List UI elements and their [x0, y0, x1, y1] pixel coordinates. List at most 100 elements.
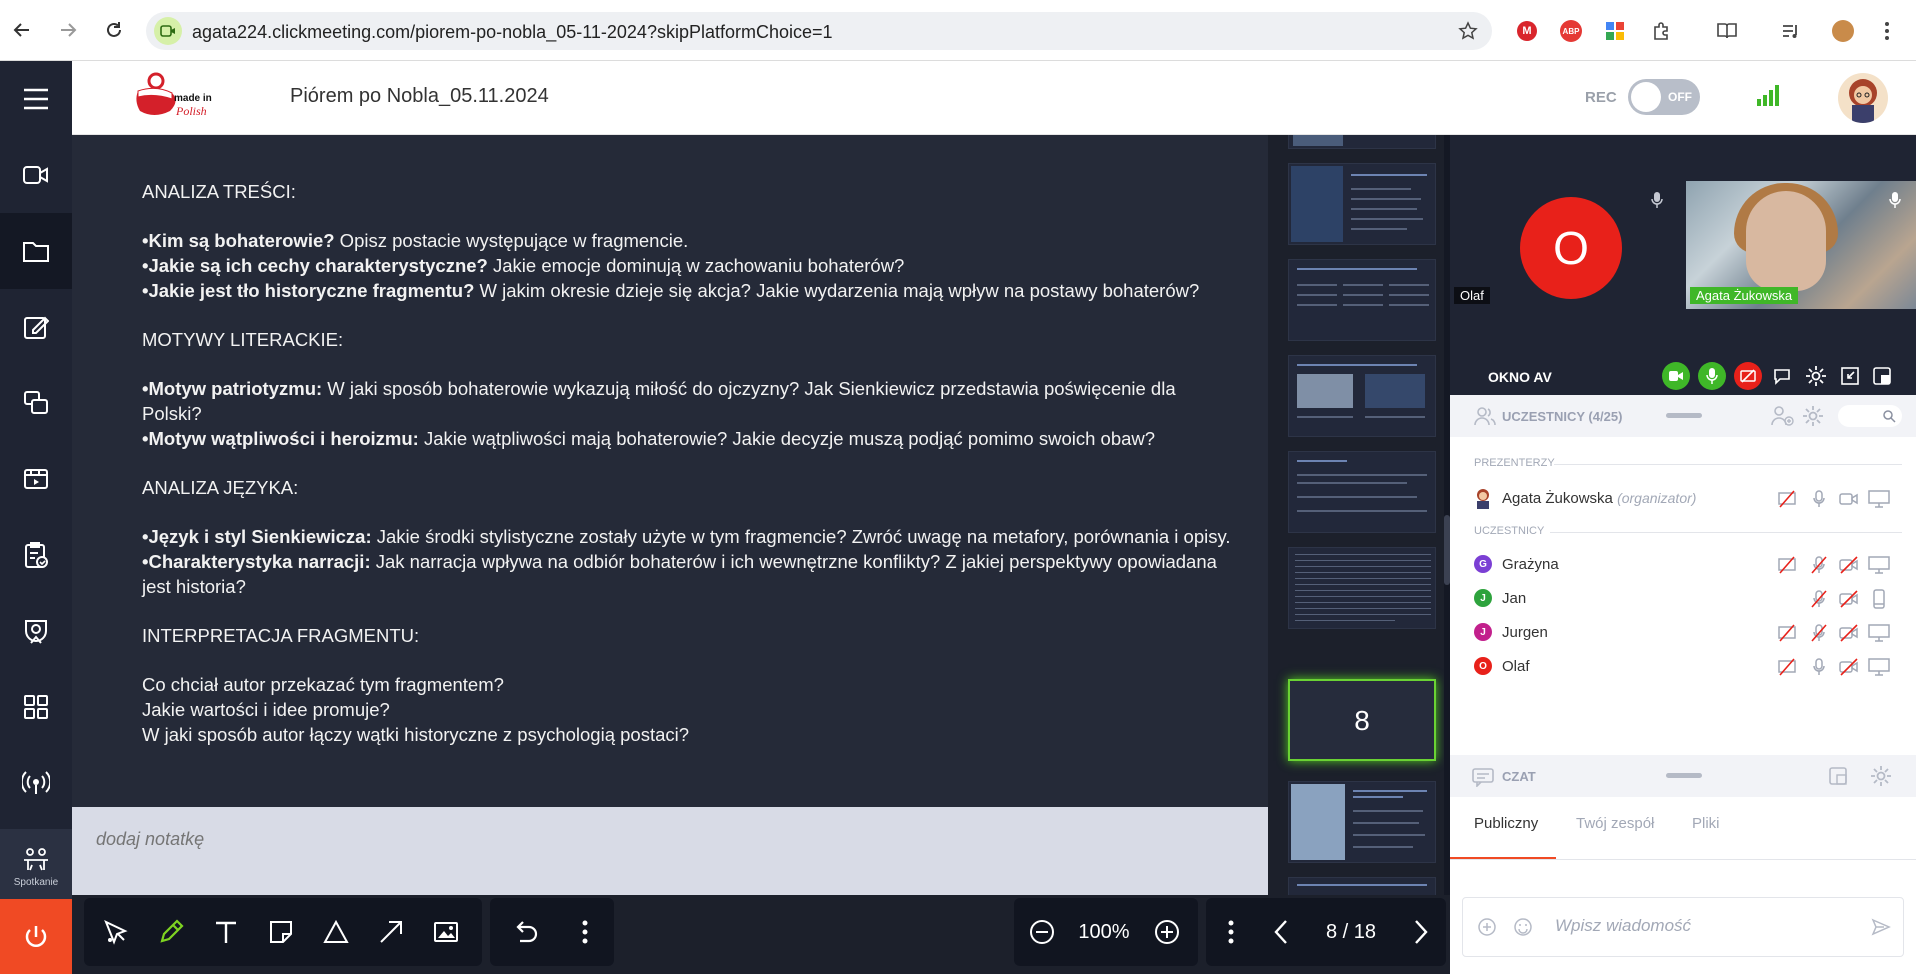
pointer-tool-button[interactable]	[88, 898, 143, 966]
add-attachment-icon[interactable]	[1477, 917, 1497, 937]
minimize-window-icon[interactable]	[1838, 364, 1862, 388]
slide-thumbnail-active[interactable]: 8	[1288, 679, 1436, 761]
sticky-note-tool-button[interactable]	[253, 898, 308, 966]
arrow-tool-button[interactable]	[363, 898, 418, 966]
zoom-in-button[interactable]	[1139, 898, 1194, 966]
reload-icon[interactable]	[98, 14, 130, 46]
media-control-icon[interactable]	[1778, 18, 1804, 44]
emoji-icon[interactable]	[1513, 917, 1533, 937]
chat-settings-icon[interactable]	[1870, 765, 1892, 787]
camera-disabled-icon[interactable]	[1838, 554, 1860, 576]
forward-icon[interactable]	[52, 14, 84, 46]
profile-avatar-icon[interactable]	[1830, 18, 1856, 44]
screen-share-disabled-icon[interactable]	[1776, 488, 1798, 510]
monitor-icon[interactable]	[1868, 656, 1890, 678]
sidebar-menu-button[interactable]	[0, 61, 72, 137]
microphone-muted-icon[interactable]	[1808, 588, 1830, 610]
slide-thumbnail[interactable]	[1288, 781, 1436, 863]
slide-thumbnail[interactable]	[1288, 451, 1436, 533]
sidebar-tests-button[interactable]	[0, 517, 72, 593]
sidebar-meeting-button[interactable]: Spotkanie	[0, 829, 72, 905]
participant-row[interactable]: O Olaf	[1450, 651, 1916, 681]
sidebar-breakout-button[interactable]	[0, 593, 72, 669]
slide-thumbnail[interactable]	[1288, 163, 1436, 245]
screen-share-disabled-icon[interactable]	[1776, 554, 1798, 576]
zoom-out-button[interactable]	[1014, 898, 1069, 966]
user-avatar[interactable]	[1838, 73, 1888, 123]
send-icon[interactable]	[1871, 917, 1891, 937]
monitor-icon[interactable]	[1868, 622, 1890, 644]
extension-gmail-icon[interactable]: M	[1514, 18, 1540, 44]
microphone-icon[interactable]	[1808, 488, 1830, 510]
participant-row[interactable]: J Jurgen	[1450, 617, 1916, 647]
bookmark-star-icon[interactable]	[1458, 21, 1478, 41]
settings-gear-icon[interactable]	[1804, 364, 1828, 388]
address-bar[interactable]: agata224.clickmeeting.com/piorem-po-nobl…	[146, 12, 1492, 50]
image-tool-button[interactable]	[418, 898, 473, 966]
more-options-icon[interactable]	[560, 898, 610, 966]
popout-window-icon[interactable]	[1870, 364, 1894, 388]
participant-row-presenter[interactable]: Agata Żukowska (organizator)	[1450, 483, 1916, 513]
chat-drag-handle[interactable]	[1666, 773, 1702, 778]
extension-grid-icon[interactable]	[1602, 18, 1628, 44]
next-slide-button[interactable]	[1396, 898, 1446, 966]
monitor-icon[interactable]	[1868, 488, 1890, 510]
extensions-puzzle-icon[interactable]	[1648, 18, 1674, 44]
participant-row[interactable]: G Grażyna	[1450, 549, 1916, 579]
recording-toggle[interactable]: OFF	[1628, 79, 1700, 115]
chat-bubble-icon[interactable]	[1770, 364, 1794, 388]
slide-thumbnail[interactable]	[1288, 259, 1436, 341]
text-tool-button[interactable]	[198, 898, 253, 966]
sidebar-apps-button[interactable]	[0, 669, 72, 745]
mobile-device-icon[interactable]	[1868, 588, 1890, 610]
connection-signal-icon[interactable]	[1756, 83, 1782, 107]
chat-popout-icon[interactable]	[1828, 766, 1848, 786]
back-icon[interactable]	[6, 14, 38, 46]
video-tile-agata[interactable]: Agata Żukowska	[1686, 181, 1916, 309]
microphone-muted-icon[interactable]	[1808, 554, 1830, 576]
sidebar-video-button[interactable]	[0, 137, 72, 213]
tab-my-team[interactable]: Twój zespół	[1576, 815, 1654, 832]
sidebar-media-button[interactable]	[0, 441, 72, 517]
sidebar-whiteboard-button[interactable]	[0, 289, 72, 365]
slide-thumbnail[interactable]	[1288, 877, 1436, 895]
microphone-icon[interactable]	[1808, 656, 1830, 678]
video-tile-olaf[interactable]: O Olaf	[1450, 181, 1683, 309]
pencil-tool-button[interactable]	[143, 898, 198, 966]
screen-share-disabled-icon[interactable]	[1776, 622, 1798, 644]
camera-disabled-icon[interactable]	[1838, 588, 1860, 610]
participants-search[interactable]	[1838, 405, 1902, 427]
undo-button[interactable]	[490, 898, 560, 966]
chat-message-input[interactable]	[1555, 916, 1855, 936]
browser-menu-icon[interactable]	[1874, 18, 1900, 44]
microphone-toggle-button[interactable]	[1698, 362, 1726, 390]
camera-toggle-button[interactable]	[1662, 362, 1690, 390]
monitor-icon[interactable]	[1868, 554, 1890, 576]
page-options-icon[interactable]	[1206, 898, 1256, 966]
previous-slide-button[interactable]	[1256, 898, 1306, 966]
sidebar-broadcast-button[interactable]	[0, 745, 72, 821]
reading-list-icon[interactable]	[1714, 18, 1740, 44]
site-camera-icon[interactable]	[154, 17, 182, 45]
add-participant-icon[interactable]	[1770, 405, 1794, 427]
camera-icon[interactable]	[1838, 488, 1860, 510]
slide-thumbnail[interactable]	[1288, 355, 1436, 437]
screen-share-off-button[interactable]	[1734, 362, 1762, 390]
participant-row[interactable]: J Jan	[1450, 583, 1916, 613]
slide-thumbnail[interactable]	[1288, 135, 1436, 149]
extension-adblock-icon[interactable]: ABP	[1558, 18, 1584, 44]
tab-public[interactable]: Publiczny	[1474, 815, 1538, 832]
add-note-input[interactable]	[96, 829, 696, 850]
sidebar-screen-share-button[interactable]	[0, 365, 72, 441]
camera-disabled-icon[interactable]	[1838, 622, 1860, 644]
camera-disabled-icon[interactable]	[1838, 656, 1860, 678]
shape-tool-button[interactable]	[308, 898, 363, 966]
leave-meeting-button[interactable]	[0, 899, 72, 974]
microphone-muted-icon[interactable]	[1808, 622, 1830, 644]
participants-drag-handle[interactable]	[1666, 413, 1702, 418]
slide-thumbnail[interactable]	[1288, 547, 1436, 629]
participants-settings-icon[interactable]	[1802, 405, 1824, 427]
screen-share-disabled-icon[interactable]	[1776, 656, 1798, 678]
tab-files[interactable]: Pliki	[1692, 815, 1720, 832]
sidebar-files-button[interactable]	[0, 213, 72, 289]
